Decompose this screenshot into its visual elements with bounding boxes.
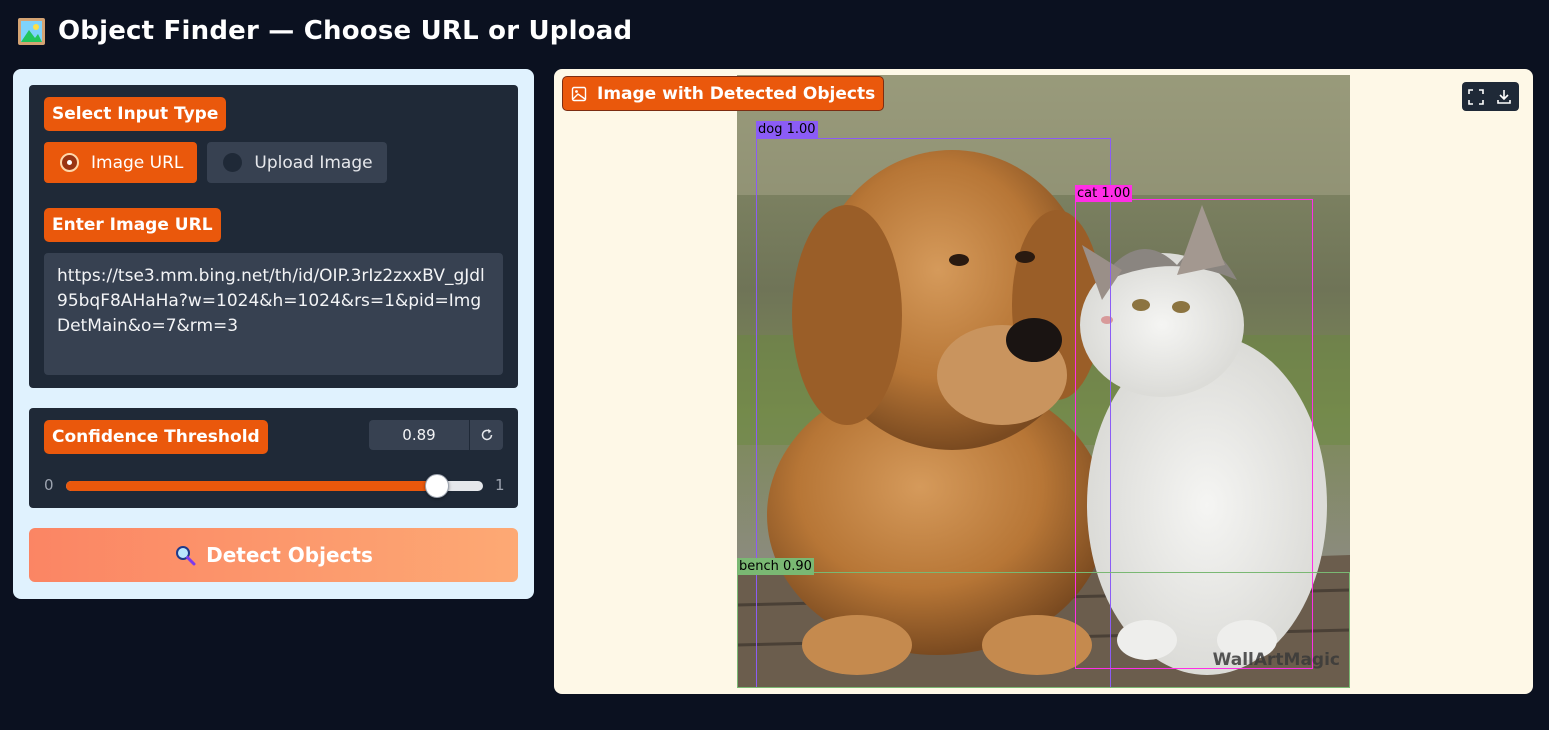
reset-button[interactable] (469, 420, 503, 450)
detection-label-cat: cat 1.00 (1075, 185, 1133, 202)
threshold-label: Confidence Threshold (44, 420, 268, 454)
threshold-number-input[interactable]: 0.89 (369, 420, 503, 450)
radio-upload-image[interactable]: Upload Image (207, 142, 387, 183)
radio-unselected-icon (223, 153, 243, 172)
image-icon (571, 86, 587, 101)
threshold-slider[interactable] (66, 474, 483, 498)
output-image-title: Image with Detected Objects (597, 83, 876, 104)
controls-panel: Select Input Type Image URL Upload Image… (13, 69, 534, 599)
image-url-input[interactable]: https://tse3.mm.bing.net/th/id/OIP.3rIz2… (44, 253, 503, 375)
slider-fill (66, 481, 438, 491)
radio-selected-icon (60, 153, 79, 172)
input-block: Select Input Type Image URL Upload Image… (29, 85, 518, 388)
threshold-block: Confidence Threshold 0.89 0 1 (29, 408, 518, 508)
header: Object Finder — Choose URL or Upload (17, 12, 632, 50)
image-url-label: Enter Image URL (44, 208, 221, 242)
output-image-label: Image with Detected Objects (562, 76, 885, 111)
input-type-radio-group: Image URL Upload Image (44, 142, 387, 183)
magnifier-icon (176, 546, 196, 566)
detect-objects-label: Detect Objects (206, 543, 373, 567)
image-toolbar (1462, 82, 1519, 111)
radio-upload-image-label: Upload Image (254, 152, 373, 173)
detection-label-dog: dog 1.00 (756, 121, 818, 138)
download-button[interactable] (1490, 82, 1518, 111)
input-type-label: Select Input Type (44, 97, 227, 131)
radio-image-url-label: Image URL (91, 152, 184, 173)
slider-min-label: 0 (44, 476, 54, 494)
detect-objects-button[interactable]: Detect Objects (29, 528, 518, 582)
threshold-value[interactable]: 0.89 (369, 426, 469, 444)
page-title: Object Finder — Choose URL or Upload (58, 16, 633, 46)
detection-label-bench: bench 0.90 (737, 558, 814, 575)
framed-picture-icon (18, 17, 45, 45)
slider-max-label: 1 (495, 476, 505, 494)
detection-image: dog 1.00 cat 1.00 bench 0.90 WallArtMagi… (737, 75, 1350, 688)
reset-icon (481, 429, 492, 441)
detection-box-bench (737, 572, 1350, 688)
download-icon (1497, 89, 1511, 104)
fullscreen-button[interactable] (1462, 82, 1490, 111)
slider-thumb[interactable] (425, 474, 450, 498)
radio-image-url[interactable]: Image URL (44, 142, 198, 183)
fullscreen-icon (1468, 88, 1484, 105)
watermark: WallArtMagic (1212, 650, 1340, 670)
output-panel: Image with Detected Objects dog 1.00 cat… (554, 69, 1533, 694)
